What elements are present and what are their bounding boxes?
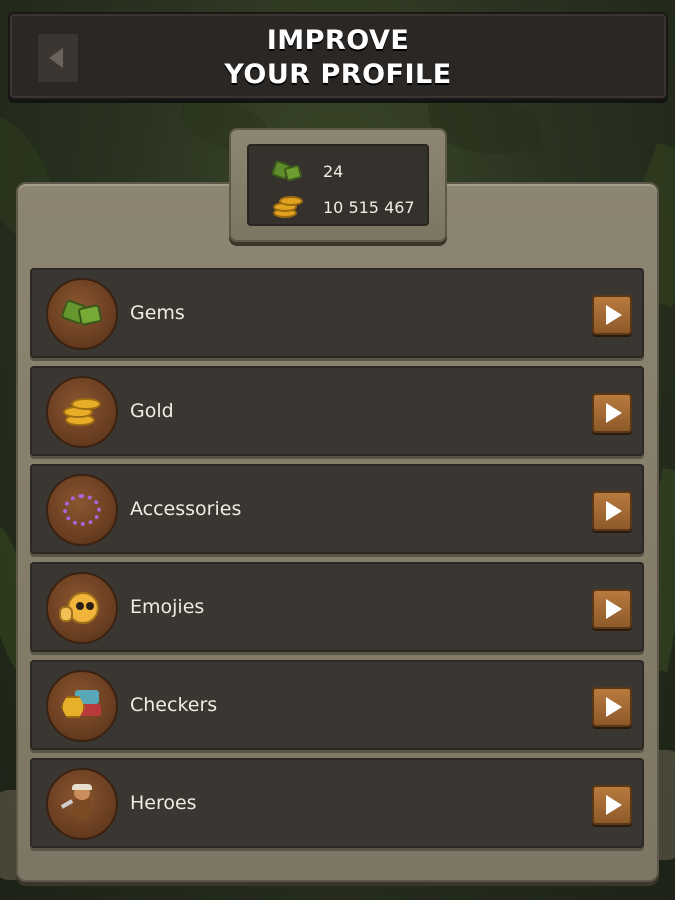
open-checkers-button[interactable]: [592, 687, 632, 727]
menu-item-accessories[interactable]: Accessories: [30, 464, 644, 554]
gems-balance: 24: [270, 158, 344, 184]
menu-item-label: Checkers: [130, 694, 218, 716]
menu-item-label: Gems: [130, 302, 185, 324]
gold-coin-icon: [46, 376, 118, 448]
open-gold-button[interactable]: [592, 393, 632, 433]
gold-balance: 10 515 467: [271, 194, 415, 220]
menu-item-label: Emojies: [130, 596, 205, 618]
header-bar: IMPROVE YOUR PROFILE: [8, 12, 668, 100]
open-gems-button[interactable]: [592, 295, 632, 335]
accessory-ring-icon: [46, 474, 118, 546]
gold-coin-icon: [271, 194, 305, 220]
menu-item-label: Heroes: [130, 792, 197, 814]
play-arrow-icon: [606, 599, 622, 619]
play-arrow-icon: [606, 305, 622, 325]
page-title-line-1: IMPROVE: [266, 25, 410, 56]
gems-count: 24: [323, 161, 344, 181]
menu-item-gold[interactable]: Gold: [30, 366, 644, 456]
play-arrow-icon: [606, 795, 622, 815]
menu-item-checkers[interactable]: Checkers: [30, 660, 644, 750]
play-arrow-icon: [606, 403, 622, 423]
gold-count: 10 515 467: [323, 197, 415, 217]
play-arrow-icon: [606, 501, 622, 521]
gem-icon: [270, 158, 305, 184]
menu-item-gems[interactable]: Gems: [30, 268, 644, 358]
currency-plaque: 24 10 515 467: [229, 128, 447, 242]
open-accessories-button[interactable]: [592, 491, 632, 531]
page-title: IMPROVE YOUR PROFILE: [10, 24, 666, 92]
hero-miner-icon: [46, 768, 118, 840]
page-title-line-2: YOUR PROFILE: [224, 59, 452, 90]
checker-pieces-icon: [46, 670, 118, 742]
open-emojies-button[interactable]: [592, 589, 632, 629]
emoji-face-icon: [46, 572, 118, 644]
menu-item-heroes[interactable]: Heroes: [30, 758, 644, 848]
menu-item-emojies[interactable]: Emojies: [30, 562, 644, 652]
gem-icon: [46, 278, 118, 350]
menu-item-label: Accessories: [130, 498, 242, 520]
currency-panel: 24 10 515 467: [247, 144, 429, 226]
play-arrow-icon: [606, 697, 622, 717]
menu-item-label: Gold: [130, 400, 174, 422]
open-heroes-button[interactable]: [592, 785, 632, 825]
